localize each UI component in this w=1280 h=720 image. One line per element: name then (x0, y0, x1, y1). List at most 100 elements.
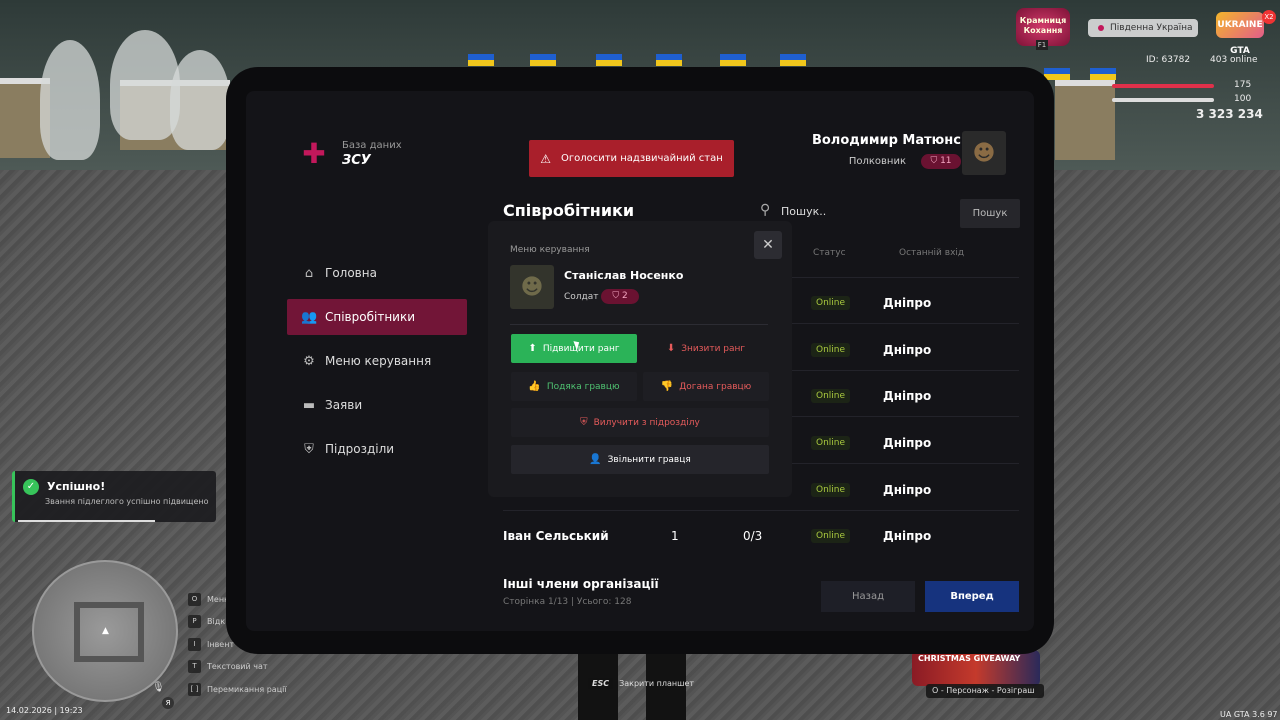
minimap-street (74, 602, 144, 662)
sidebar-item-label: Заяви (325, 398, 363, 412)
demote-label: Знизити ранг (681, 343, 746, 354)
user-rank: Полковник (848, 156, 906, 167)
control-menu-modal: Меню керування ✕ ☻ Станіслав Носенко Сол… (488, 221, 792, 497)
sidebar-item-home[interactable]: ⌂ Головна (287, 255, 467, 291)
version-label: UA GTA 3.6 (1220, 710, 1265, 719)
exclude-button[interactable]: ⛨ Вилучити з підрозділу (511, 408, 769, 437)
others-title: Інші члени організації (503, 577, 659, 591)
search-button[interactable]: Пошук (960, 199, 1020, 228)
row-city: Дніпро (883, 343, 932, 357)
notification-text: Звання підлеглого успішно підвищено (45, 497, 209, 506)
row-city: Дніпро (883, 483, 932, 497)
voice-key: Я (162, 697, 174, 709)
hotkey-key: T (188, 660, 201, 674)
modal-divider (510, 324, 768, 325)
close-tablet-label: Закрити планшет (619, 679, 695, 688)
row-city: Дніпро (883, 296, 932, 310)
sidebar-item-applications[interactable]: ▬ Заяви (287, 387, 467, 423)
demote-button[interactable]: ⬇ Знизити ранг (643, 334, 769, 363)
thanks-button[interactable]: 👍 Подяка гравцю (511, 372, 637, 401)
gear-icon: ⚙ (303, 353, 315, 369)
notification-timer-bar (18, 520, 155, 522)
sidebar-item-label: Підрозділи (325, 442, 395, 456)
fire-label: Звільнити гравця (607, 454, 691, 465)
search-icon: ⚲ (760, 202, 771, 218)
row-rank: 1 (671, 529, 679, 543)
row-status: Online (811, 436, 851, 450)
member-rank: Солдат (564, 292, 599, 302)
thanks-label: Подяка гравцю (546, 381, 620, 392)
member-rank-level: 2 (621, 291, 628, 301)
sidebar-item-label: Меню керування (325, 354, 432, 368)
multiplier-badge: X2 (1262, 10, 1276, 24)
row-status: Online (811, 296, 851, 310)
arrow-down-icon: ⬇ (666, 343, 676, 354)
money-value: 3 323 234 (1196, 107, 1263, 121)
server-name: Південна Україна (1088, 19, 1198, 37)
next-button[interactable]: Вперед (925, 581, 1019, 612)
reprimand-button[interactable]: 👎 Догана гравцю (643, 372, 769, 401)
sidebar-item-units[interactable]: ⛨ Підрозділи (287, 431, 467, 467)
brand-subtitle: База даних (342, 140, 402, 151)
member-avatar: ☻ (510, 265, 554, 309)
armor-value: 100 (1234, 94, 1252, 104)
version-suffix: 97 (1267, 710, 1278, 719)
microphone-icon: 🎙 (152, 682, 165, 693)
flag (656, 54, 682, 66)
game-tree (40, 40, 100, 160)
row-status: Online (811, 483, 851, 497)
hotkey-key: [ ] (188, 682, 201, 696)
user-remove-icon: 👤 (589, 454, 602, 465)
success-notification: ✓ Успішно! Звання підлеглого успішно під… (12, 471, 216, 522)
online-count: 403 online (1210, 55, 1258, 65)
game-logo: UKRAINE GTA (1216, 12, 1264, 56)
member-rank-chip: ⛉ 2 (601, 289, 639, 304)
row-status: Online (811, 343, 851, 357)
emergency-label: Оголосити надзвичайний стан (560, 153, 723, 164)
users-icon: 👥 (301, 309, 318, 325)
column-header-status: Статус (813, 248, 846, 258)
fire-button[interactable]: 👤 Звільнити гравця (511, 445, 769, 474)
armor-bar (1112, 98, 1214, 102)
esc-key: ESC (588, 678, 614, 689)
flag (720, 54, 746, 66)
user-rank-chip: ⛉ 11 (921, 154, 961, 169)
arrow-up-icon: ⬆ (528, 343, 537, 354)
datetime: 14.02.2026 | 19:23 (6, 706, 83, 715)
hotkey-key: O (188, 592, 201, 606)
player-id: ID: 63782 (1146, 55, 1191, 65)
thumbs-down-icon: 👎 (660, 381, 674, 392)
sidebar-item-control-menu[interactable]: ⚙ Меню керування (287, 343, 467, 379)
sidebar-item-employees[interactable]: 👥 Співробітники (287, 299, 467, 335)
shield-minus-icon: ⛨ (580, 417, 588, 428)
promote-button[interactable]: ⬆ Підвищити ранг (511, 334, 637, 363)
reprimand-label: Догана гравцю (679, 381, 752, 392)
flag (530, 54, 556, 66)
search-input[interactable] (781, 201, 951, 221)
hotkey-key: I (188, 637, 201, 651)
flag (780, 54, 806, 66)
hotkey-key: P (188, 615, 201, 629)
close-tablet-hint: ESC Закрити планшет (588, 678, 694, 689)
row-status: Online (811, 529, 851, 543)
giveaway-banner[interactable]: CHRISTMAS GIVEAWAY (912, 650, 1040, 686)
page-title: Співробітники (503, 201, 635, 220)
health-bar (1112, 84, 1214, 88)
column-header-last-login: Останній вхід (899, 248, 965, 258)
emergency-button[interactable]: ⚠ Оголосити надзвичайний стан (529, 140, 734, 177)
health-value: 175 (1234, 80, 1252, 90)
flag (468, 54, 494, 66)
user-rank-level: 11 (940, 156, 952, 166)
hotkey-label: Інвент (207, 639, 235, 649)
row-city: Дніпро (883, 436, 932, 450)
hotkey-item: T Текстовий чат (188, 656, 287, 679)
giveaway-hint: O - Персонаж - Розіграш (926, 684, 1044, 698)
hotkey-label: Перемикання рації (207, 684, 287, 694)
home-icon: ⌂ (304, 265, 314, 281)
close-icon[interactable]: ✕ (754, 231, 782, 259)
back-button[interactable]: Назад (821, 581, 915, 612)
game-version: UA GTA 3.6 97 (1220, 710, 1278, 719)
minimap: ▲ (32, 560, 178, 702)
warning-icon: ⚠ (540, 151, 551, 166)
zsu-emblem-icon: ✚ (302, 137, 326, 170)
